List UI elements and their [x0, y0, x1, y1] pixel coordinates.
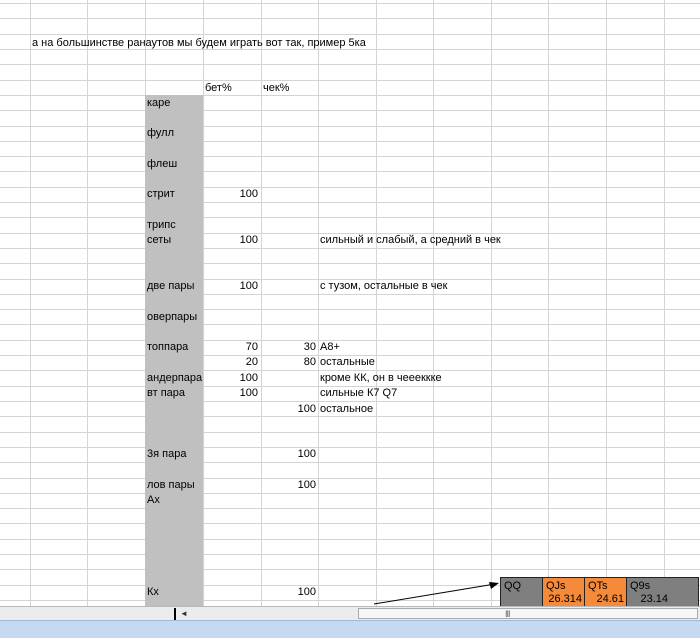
grid-line: [318, 0, 319, 606]
grid-line: [0, 309, 700, 310]
grid-line: [0, 95, 700, 96]
grid-line: [261, 0, 262, 606]
grid-line: [87, 0, 88, 606]
scroll-thumb[interactable]: [358, 608, 698, 619]
check-value[interactable]: 100: [261, 402, 316, 416]
grid-line: [0, 141, 700, 142]
tab-split-handle[interactable]: [174, 608, 176, 620]
grid-line: [0, 263, 700, 264]
grid-line: [0, 523, 700, 524]
row-label-trips[interactable]: трипс: [147, 218, 176, 232]
comment-text[interactable]: кроме КК, он в чеееккке: [320, 371, 442, 385]
hand-value: 23.14: [640, 593, 668, 605]
comment-text[interactable]: сильные К7 Q7: [320, 386, 397, 400]
grid-line: [0, 171, 700, 172]
scroll-thumb-grip-icon: III: [505, 609, 510, 619]
grid-line: [0, 478, 700, 479]
grid-line: [0, 80, 700, 81]
row-label-top-pair[interactable]: топпара: [147, 340, 188, 354]
hand-cell-qq[interactable]: QQ: [501, 578, 543, 606]
grid-line: [0, 187, 700, 188]
row-label-overpair[interactable]: оверпары: [147, 310, 197, 324]
row-label-flush[interactable]: флеш: [147, 157, 177, 171]
grid-line: [0, 156, 700, 157]
grid-line: [548, 0, 549, 606]
check-value[interactable]: 100: [261, 447, 316, 461]
comment-text[interactable]: остальное: [320, 402, 373, 416]
bet-value[interactable]: 100: [203, 279, 258, 293]
header-bet[interactable]: бет%: [205, 81, 232, 95]
grid-line: [0, 416, 700, 417]
grid-line: [0, 432, 700, 433]
grid-line: [0, 126, 700, 127]
grid-line: [0, 447, 700, 448]
check-value[interactable]: 80: [261, 355, 316, 369]
bet-value[interactable]: 100: [203, 233, 258, 247]
bet-value[interactable]: 100: [203, 386, 258, 400]
row-label-two-pairs[interactable]: две пары: [147, 279, 194, 293]
hand-cell-q9s[interactable]: Q9s 23.14: [627, 578, 698, 606]
grid-line: [0, 18, 700, 19]
row-label-full[interactable]: фулл: [147, 126, 174, 140]
grid-line: [0, 110, 700, 111]
grid-line: [0, 508, 700, 509]
bet-value[interactable]: 20: [203, 355, 258, 369]
grid-line: [0, 64, 700, 65]
grid-line: [0, 340, 700, 341]
grid-line: [664, 0, 665, 606]
grid-line: [0, 493, 700, 494]
hand-label: QTs: [588, 580, 608, 592]
row-label-third-pair[interactable]: 3я пара: [147, 447, 186, 461]
grid-line: [0, 248, 700, 249]
grid-line: [0, 462, 700, 463]
grid-line: [203, 0, 204, 606]
hand-label: Q9s: [630, 580, 651, 592]
hand-cell-qts[interactable]: QTs 24.61: [585, 578, 627, 606]
grid-line: [0, 294, 700, 295]
hand-label: QQ: [504, 580, 522, 592]
row-label-kx[interactable]: Кх: [147, 585, 159, 599]
comment-text[interactable]: A8+: [320, 340, 340, 354]
grid-line: [0, 34, 700, 35]
row-label-ax[interactable]: Ах: [147, 493, 160, 507]
horizontal-scrollbar[interactable]: ◄ III: [0, 606, 700, 621]
grid-line: [0, 324, 700, 325]
hand-value: 26.314: [548, 593, 582, 605]
comment-text[interactable]: сильный и слабый, а средний в чек: [320, 233, 501, 247]
hand-cell-qjs[interactable]: QJs 26.314: [543, 578, 585, 606]
row-label-under-pair[interactable]: андерпара: [147, 371, 203, 385]
hand-value: 24.61: [596, 593, 624, 605]
bet-value[interactable]: 100: [203, 187, 258, 201]
grid-line: [376, 0, 377, 606]
hand-label: QJs: [546, 580, 566, 592]
bet-value[interactable]: 70: [203, 340, 258, 354]
grid-line: [0, 554, 700, 555]
row-label-second-pair[interactable]: вт пара: [147, 386, 185, 400]
status-bar: [0, 620, 700, 638]
header-check[interactable]: чек%: [263, 81, 289, 95]
grid-line: [606, 0, 607, 606]
row-label-sets[interactable]: сеты: [147, 233, 171, 247]
comment-text[interactable]: остальные: [320, 355, 375, 369]
comment-text[interactable]: с тузом, остальные в чек: [320, 279, 447, 293]
grid-line: [0, 3, 700, 4]
check-value[interactable]: 30: [261, 340, 316, 354]
row-label-straight[interactable]: стрит: [147, 187, 175, 201]
grid-line: [433, 0, 434, 606]
row-label-kare[interactable]: каре: [147, 96, 170, 110]
note-text[interactable]: а на большинстве ранаутов мы будем играт…: [32, 36, 366, 50]
spreadsheet-grid[interactable]: а на большинстве ранаутов мы будем играт…: [0, 0, 700, 606]
hand-equity-table[interactable]: QQ QJs 26.314 QTs 24.61 Q9s 23.14: [500, 577, 699, 606]
grid-line: [0, 217, 700, 218]
check-value[interactable]: 100: [261, 478, 316, 492]
grid-line: [30, 0, 31, 606]
grid-line: [0, 202, 700, 203]
grid-line: [0, 569, 700, 570]
row-label-low-pairs[interactable]: лов пары: [147, 478, 195, 492]
check-value[interactable]: 100: [261, 585, 316, 599]
grid-line: [0, 539, 700, 540]
grid-line: [491, 0, 492, 606]
bet-value[interactable]: 100: [203, 371, 258, 385]
scroll-left-arrow-icon[interactable]: ◄: [178, 608, 190, 620]
